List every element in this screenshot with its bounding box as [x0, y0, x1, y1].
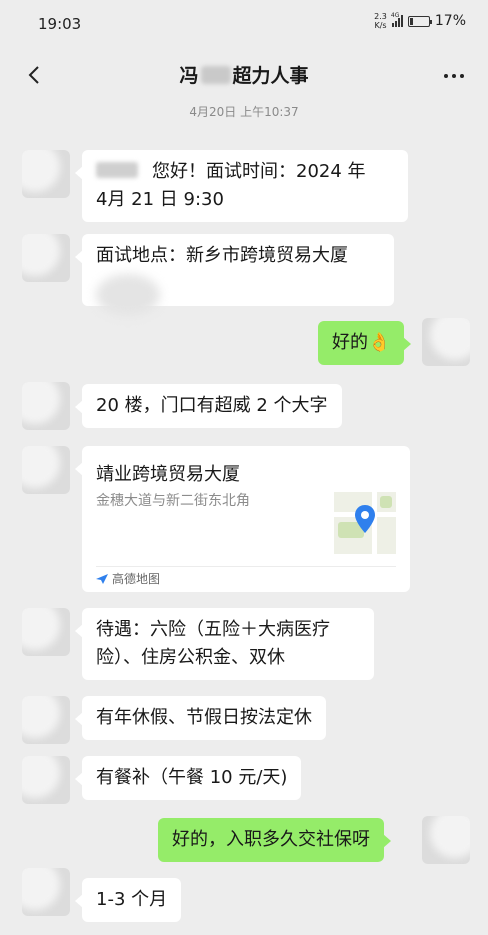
- redacted-region: [96, 274, 160, 316]
- card-divider: [96, 566, 396, 567]
- map-source: 高德地图: [96, 570, 160, 587]
- message-text: 有年休假、节假日按法定休: [96, 707, 312, 728]
- contact-avatar[interactable]: [22, 446, 70, 494]
- battery-percent: 17%: [434, 13, 466, 29]
- contact-avatar[interactable]: [22, 868, 70, 916]
- contact-avatar[interactable]: [22, 234, 70, 282]
- status-indicators: 2.3 K/s 4G 17%: [374, 12, 466, 30]
- location-title: 靖业跨境贸易大厦: [96, 464, 240, 485]
- chat-title-suffix: 超力人事: [232, 65, 309, 87]
- message-text: 好的，入职多久交社保呀: [172, 829, 370, 850]
- network-type: 4G: [390, 12, 400, 19]
- amap-logo-icon: [96, 573, 108, 584]
- message-text: 20 楼，门口有超威 2 个大字: [96, 395, 328, 416]
- message-bubble[interactable]: 20 楼，门口有超威 2 个大字: [75, 384, 342, 428]
- message-bubble[interactable]: 有餐补（午餐 10 元/天): [74, 756, 302, 800]
- battery-icon: [407, 15, 432, 27]
- message-bubble[interactable]: 您好！面试时间：2024 年 4月 21 日 9:30: [75, 150, 408, 222]
- message-text: 有餐补（午餐 10 元/天): [96, 767, 288, 788]
- status-time: 19:03: [38, 15, 82, 33]
- location-address: 金穗大道与新二街东北角: [96, 493, 250, 509]
- location-pin-icon: [355, 505, 375, 533]
- self-avatar[interactable]: [422, 816, 470, 864]
- message-bubble[interactable]: 有年休假、节假日按法定休: [75, 696, 326, 740]
- redacted-name: [96, 162, 138, 178]
- message-bubble[interactable]: 待遇：六险（五险＋大病医疗 险）、住房公积金、双休: [75, 608, 374, 680]
- chat-title: 冯 超力人事: [0, 61, 488, 88]
- map-thumbnail: [334, 492, 396, 554]
- contact-avatar[interactable]: [22, 756, 70, 804]
- message-bubble[interactable]: 1-3 个月: [74, 878, 182, 922]
- battery-level: [409, 17, 413, 25]
- network-speed: 2.3 K/s: [374, 12, 387, 30]
- network-speed-unit: K/s: [374, 21, 387, 30]
- network-speed-value: 2.3: [374, 12, 387, 21]
- message-bubble-self[interactable]: 好的，入职多久交社保呀: [158, 818, 391, 862]
- status-bar: 19:03 2.3 K/s 4G 17%: [0, 0, 488, 48]
- message-text: 好的👌: [332, 332, 391, 353]
- message-bubble-self[interactable]: 好的👌: [318, 321, 412, 365]
- more-options-icon[interactable]: [444, 74, 464, 78]
- contact-avatar[interactable]: [22, 696, 70, 744]
- self-avatar[interactable]: [422, 318, 470, 366]
- contact-avatar[interactable]: [22, 382, 70, 430]
- map-source-label: 高德地图: [112, 572, 161, 586]
- message-bubble[interactable]: 面试地点：新乡市跨境贸易大厦: [75, 234, 394, 316]
- location-card[interactable]: 靖业跨境贸易大厦 金穗大道与新二街东北角 高德地图: [75, 446, 410, 592]
- chat-header: 冯 超力人事: [0, 48, 488, 100]
- contact-avatar[interactable]: [22, 608, 70, 656]
- message-text: 待遇：六险（五险＋大病医疗 险）、住房公积金、双休: [96, 619, 330, 668]
- chat-title-prefix: 冯: [179, 65, 199, 87]
- signal-icon: 4G: [390, 12, 403, 27]
- contact-avatar[interactable]: [22, 150, 70, 198]
- message-text: 面试地点：新乡市跨境贸易大厦: [96, 245, 348, 266]
- message-text: 1-3 个月: [96, 889, 168, 910]
- redacted-name: [200, 66, 231, 84]
- message-timestamp: 4月20日 上午10:37: [189, 105, 299, 119]
